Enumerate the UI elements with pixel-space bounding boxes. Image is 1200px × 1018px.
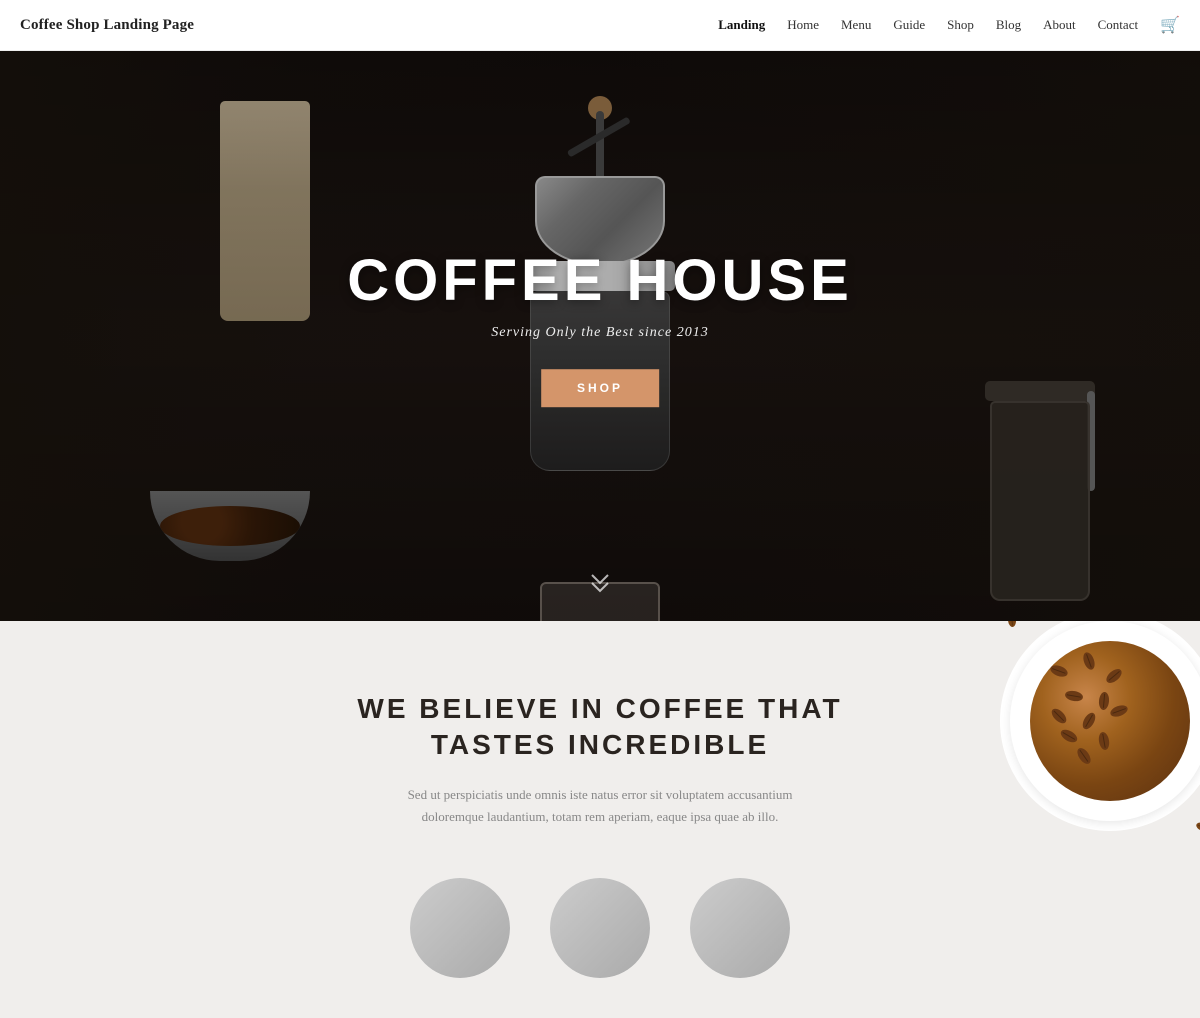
circle-row bbox=[410, 878, 790, 978]
hero-subtitle: Serving Only the Best since 2013 bbox=[347, 325, 853, 341]
press-lid bbox=[985, 381, 1095, 401]
site-logo: Coffee Shop Landing Page bbox=[20, 17, 194, 34]
loose-bean bbox=[1007, 621, 1016, 627]
french-press-decoration bbox=[980, 321, 1100, 601]
circle-inner-1 bbox=[410, 878, 510, 978]
bowl-shape bbox=[150, 491, 310, 561]
coffee-bean bbox=[1049, 663, 1069, 679]
circle-inner-2 bbox=[550, 878, 650, 978]
press-body bbox=[990, 401, 1090, 601]
nav-shop[interactable]: Shop bbox=[947, 17, 974, 33]
nav-guide[interactable]: Guide bbox=[893, 17, 925, 33]
coffee-bowl-decoration bbox=[150, 491, 310, 571]
coffee-bean bbox=[1049, 706, 1069, 726]
circle-inner-3 bbox=[690, 878, 790, 978]
beans-fill bbox=[1030, 641, 1190, 801]
loose-bean bbox=[1195, 821, 1200, 833]
nav-home[interactable]: Home bbox=[787, 17, 819, 33]
circle-item-3 bbox=[690, 878, 790, 978]
nav-menu[interactable]: Menu bbox=[841, 17, 871, 33]
beans-decoration bbox=[1000, 621, 1200, 831]
scroll-indicator[interactable] bbox=[588, 571, 612, 599]
coffee-bean bbox=[1098, 731, 1111, 750]
coffee-bean bbox=[1059, 727, 1080, 745]
about-section: WE BELIEVE IN COFFEE THAT TASTES INCREDI… bbox=[0, 621, 1200, 1018]
scroll-down-icon bbox=[588, 571, 612, 599]
coffee-bean bbox=[1081, 651, 1097, 671]
circle-item-2 bbox=[550, 878, 650, 978]
hero-title: COFFEE HOUSE bbox=[347, 249, 853, 313]
hero-content: COFFEE HOUSE Serving Only the Best since… bbox=[347, 249, 853, 407]
hero-section: COFFEE HOUSE Serving Only the Best since… bbox=[0, 51, 1200, 621]
main-nav: Landing Home Menu Guide Shop Blog About … bbox=[718, 15, 1180, 35]
coffee-bean bbox=[1104, 666, 1124, 685]
hero-cta-button[interactable]: SHOP bbox=[541, 369, 659, 407]
bowl-beans bbox=[160, 506, 300, 546]
about-body: Sed ut perspiciatis unde omnis iste natu… bbox=[400, 784, 800, 828]
nav-about[interactable]: About bbox=[1043, 17, 1076, 33]
coffee-bean bbox=[1098, 692, 1110, 711]
coffee-bag-decoration bbox=[220, 101, 310, 321]
beans-bowl bbox=[1010, 621, 1200, 821]
about-title: WE BELIEVE IN COFFEE THAT TASTES INCREDI… bbox=[325, 691, 875, 764]
circle-item-1 bbox=[410, 878, 510, 978]
nav-blog[interactable]: Blog bbox=[996, 17, 1021, 33]
coffee-bean bbox=[1075, 746, 1094, 766]
coffee-bean bbox=[1080, 711, 1098, 732]
header: Coffee Shop Landing Page Landing Home Me… bbox=[0, 0, 1200, 51]
coffee-bean bbox=[1064, 690, 1083, 703]
nav-landing[interactable]: Landing bbox=[718, 17, 765, 33]
nav-contact[interactable]: Contact bbox=[1098, 17, 1138, 33]
cart-icon[interactable]: 🛒 bbox=[1160, 15, 1180, 35]
coffee-bean bbox=[1109, 703, 1129, 719]
